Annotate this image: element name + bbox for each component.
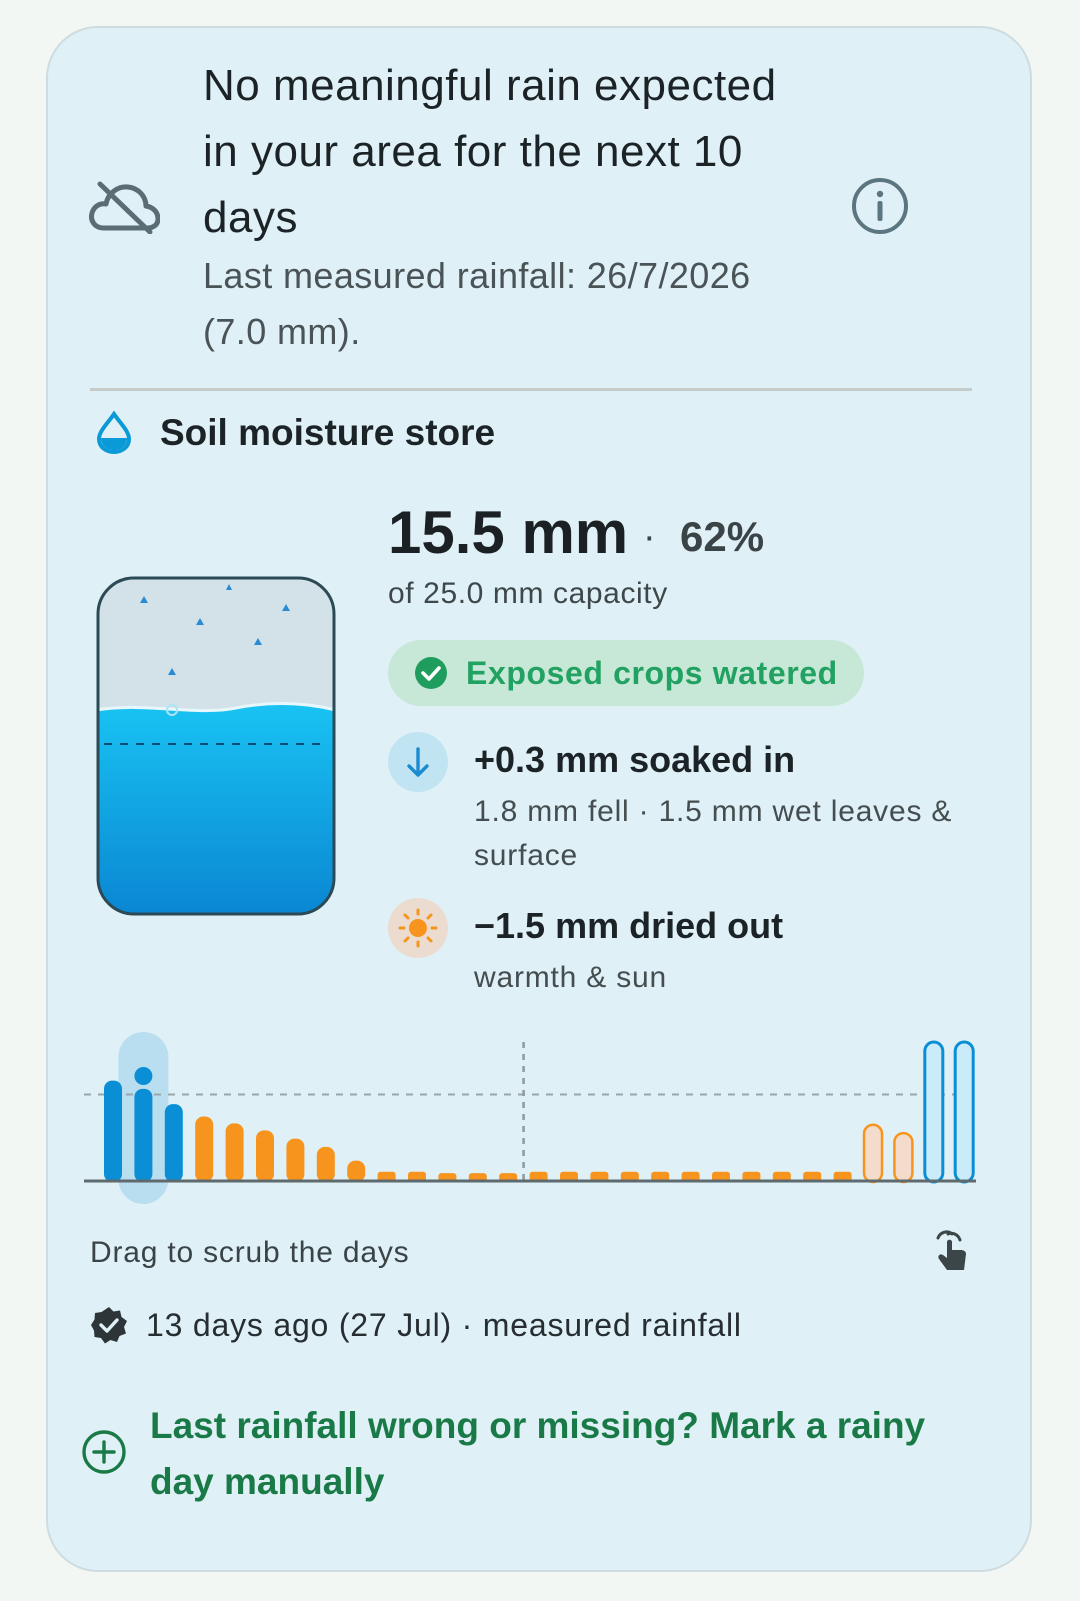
soaked-in-value: +0.3 mm soaked in: [474, 739, 796, 780]
add-circle-icon[interactable]: [80, 1428, 128, 1476]
moisture-value: 15.5 mm: [388, 499, 629, 566]
forecast-headline: No meaningful rain expected in your area…: [203, 61, 777, 242]
scrub-hint: Drag to scrub the days: [90, 1236, 410, 1269]
moisture-percent: 62%: [680, 513, 765, 560]
water-level: [98, 703, 334, 914]
section-title: Soil moisture store: [160, 412, 496, 453]
selected-day-marker: [134, 1067, 153, 1085]
day-bar[interactable]: [225, 1123, 244, 1182]
last-rainfall-text: Last measured rainfall: 26/7/2026 (7.0 m…: [203, 255, 751, 352]
selected-day-status: 13 days ago (27 Jul) · measured rainfall: [146, 1307, 742, 1343]
check-circle-icon: [415, 657, 447, 689]
soil-moisture-tank: [96, 576, 336, 916]
water-drop-icon: [96, 411, 132, 455]
day-bar[interactable]: [256, 1130, 274, 1182]
day-bar[interactable]: [104, 1080, 122, 1182]
divider: [90, 388, 972, 391]
day-scrubber-chart[interactable]: [84, 1028, 976, 1218]
dry-icon-bg: [388, 898, 448, 958]
day-bar[interactable]: [134, 1088, 153, 1182]
day-bar[interactable]: [953, 1040, 975, 1184]
day-bar[interactable]: [893, 1131, 914, 1184]
value-separator: ·: [643, 516, 656, 558]
capacity-text: of 25.0 mm capacity: [388, 577, 668, 610]
swipe-gesture-icon: [936, 1230, 966, 1270]
day-bar[interactable]: [862, 1123, 884, 1184]
day-bar[interactable]: [164, 1104, 183, 1182]
verified-badge-icon: [91, 1307, 127, 1344]
cloud-off-icon: [89, 181, 160, 234]
day-bar[interactable]: [347, 1160, 366, 1182]
day-bar[interactable]: [316, 1146, 335, 1182]
dried-out-detail: warmth & sun: [474, 961, 667, 994]
sun-icon: [398, 908, 438, 948]
info-icon[interactable]: [850, 176, 910, 236]
day-bar[interactable]: [195, 1116, 214, 1182]
status-badge-label: Exposed crops watered: [466, 654, 838, 691]
day-bar[interactable]: [286, 1138, 305, 1182]
status-badge: Exposed crops watered: [388, 640, 864, 706]
day-bar[interactable]: [923, 1040, 945, 1184]
mark-rainy-day-link[interactable]: Last rainfall wrong or missing? Mark a r…: [150, 1398, 950, 1510]
rain-forecast-card: No meaningful rain expected in your area…: [46, 26, 1032, 1572]
arrow-down-icon: [407, 747, 429, 777]
dried-out-value: −1.5 mm dried out: [474, 905, 784, 946]
soak-icon-bg: [388, 732, 448, 792]
soaked-in-detail: 1.8 mm fell · 1.5 mm wet leaves & surfac…: [474, 795, 953, 872]
